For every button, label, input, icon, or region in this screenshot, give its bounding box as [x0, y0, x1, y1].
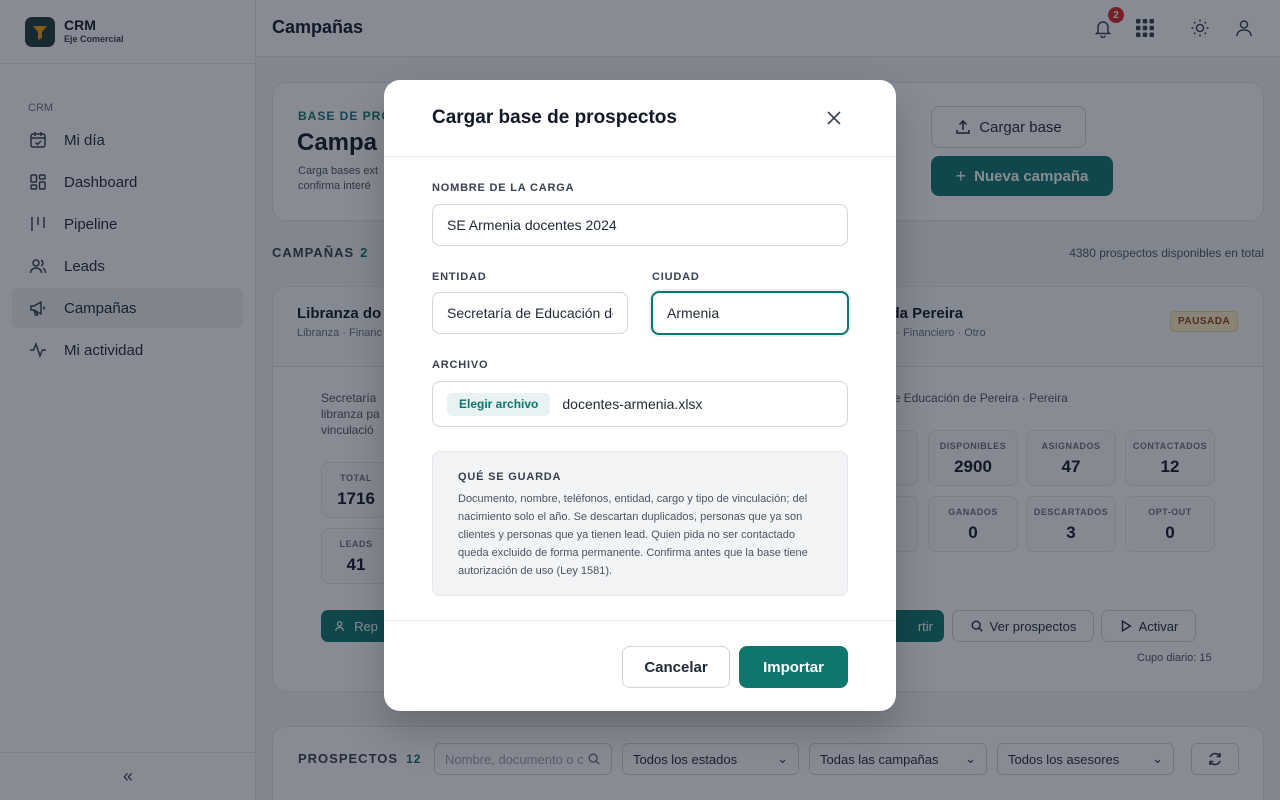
modal-footer: Cancelar Importar: [384, 620, 896, 711]
file-input[interactable]: Elegir archivo docentes-armenia.xlsx: [432, 381, 848, 427]
file-label: ARCHIVO: [432, 359, 489, 371]
import-button[interactable]: Importar: [739, 646, 848, 688]
close-button[interactable]: [824, 108, 844, 128]
info-box: QUÉ SE GUARDA Documento, nombre, teléfon…: [432, 451, 848, 596]
cancel-button[interactable]: Cancelar: [622, 646, 730, 688]
file-name: docentes-armenia.xlsx: [562, 396, 703, 412]
entity-label: ENTIDAD: [432, 271, 487, 283]
name-label: NOMBRE DE LA CARGA: [432, 182, 575, 194]
upload-base-modal: Cargar base de prospectos NOMBRE DE LA C…: [384, 80, 896, 711]
modal-title: Cargar base de prospectos: [432, 107, 677, 128]
entity-input[interactable]: [432, 292, 628, 334]
modal-header: Cargar base de prospectos: [384, 80, 896, 157]
info-title: QUÉ SE GUARDA: [458, 471, 562, 483]
city-label: CIUDAD: [652, 271, 700, 283]
city-input[interactable]: [651, 291, 849, 335]
info-text: Documento, nombre, teléfonos, entidad, c…: [458, 493, 808, 577]
load-name-input[interactable]: [432, 204, 848, 246]
choose-file-button[interactable]: Elegir archivo: [447, 392, 551, 416]
close-icon: [827, 111, 841, 125]
